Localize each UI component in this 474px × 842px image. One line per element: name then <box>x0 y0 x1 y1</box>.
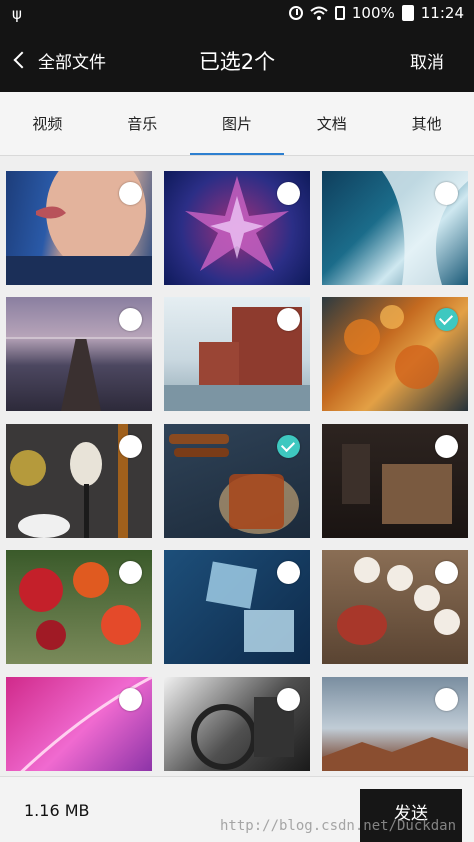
back-button[interactable]: 全部文件 <box>12 46 112 74</box>
photo-thumb[interactable] <box>6 550 152 664</box>
photo-thumb[interactable] <box>322 550 468 664</box>
select-checkbox[interactable] <box>119 308 142 331</box>
chevron-left-icon <box>13 51 31 69</box>
select-checkbox[interactable] <box>277 688 300 711</box>
photo-thumb[interactable] <box>322 677 468 771</box>
photo-thumb[interactable] <box>6 297 152 411</box>
select-checkbox[interactable] <box>435 561 458 584</box>
status-time: 11:24 <box>420 4 464 22</box>
photo-thumb[interactable] <box>164 171 310 285</box>
send-button[interactable]: 发送 <box>360 789 462 842</box>
photo-thumb[interactable] <box>322 171 468 285</box>
photo-thumb[interactable] <box>322 424 468 538</box>
select-checkbox[interactable] <box>277 308 300 331</box>
select-checkbox[interactable] <box>277 435 300 458</box>
selected-size: 1.16 MB <box>24 801 90 820</box>
select-checkbox[interactable] <box>435 435 458 458</box>
app-header: 全部文件 已选2个 取消 <box>0 28 474 92</box>
tab-indicator <box>190 153 284 155</box>
photo-thumb[interactable] <box>6 171 152 285</box>
select-checkbox[interactable] <box>277 182 300 205</box>
tab-documents[interactable]: 文档 <box>284 92 379 156</box>
photo-thumb[interactable] <box>322 297 468 411</box>
select-checkbox[interactable] <box>277 561 300 584</box>
select-checkbox[interactable] <box>119 688 142 711</box>
photo-grid <box>0 157 474 771</box>
usb-icon: ψ <box>12 5 22 23</box>
alarm-icon <box>288 6 303 20</box>
select-checkbox[interactable] <box>435 182 458 205</box>
tab-music[interactable]: 音乐 <box>95 92 190 156</box>
battery-percent: 100% <box>351 4 395 22</box>
photo-thumb[interactable] <box>164 677 310 771</box>
photo-thumb[interactable] <box>6 677 152 771</box>
select-checkbox[interactable] <box>119 561 142 584</box>
photo-thumb[interactable] <box>6 424 152 538</box>
tab-images[interactable]: 图片 <box>190 92 285 156</box>
select-checkbox[interactable] <box>119 435 142 458</box>
tab-other[interactable]: 其他 <box>379 92 474 156</box>
select-checkbox[interactable] <box>435 688 458 711</box>
photo-thumb[interactable] <box>164 297 310 411</box>
category-tabs: 视频 音乐 图片 文档 其他 <box>0 92 474 156</box>
photo-thumb[interactable] <box>164 550 310 664</box>
photo-thumb[interactable] <box>164 424 310 538</box>
wifi-icon <box>310 6 328 20</box>
watermark-text: http://blog.csdn.net/Duckdan <box>220 818 457 834</box>
select-checkbox[interactable] <box>119 182 142 205</box>
sim-icon <box>334 6 345 20</box>
back-label: 全部文件 <box>38 52 106 73</box>
cancel-button[interactable]: 取消 <box>410 48 444 73</box>
status-bar: ψ 100% 11:24 <box>0 0 474 28</box>
tab-video[interactable]: 视频 <box>0 92 95 156</box>
battery-icon <box>401 5 414 21</box>
select-checkbox[interactable] <box>435 308 458 331</box>
